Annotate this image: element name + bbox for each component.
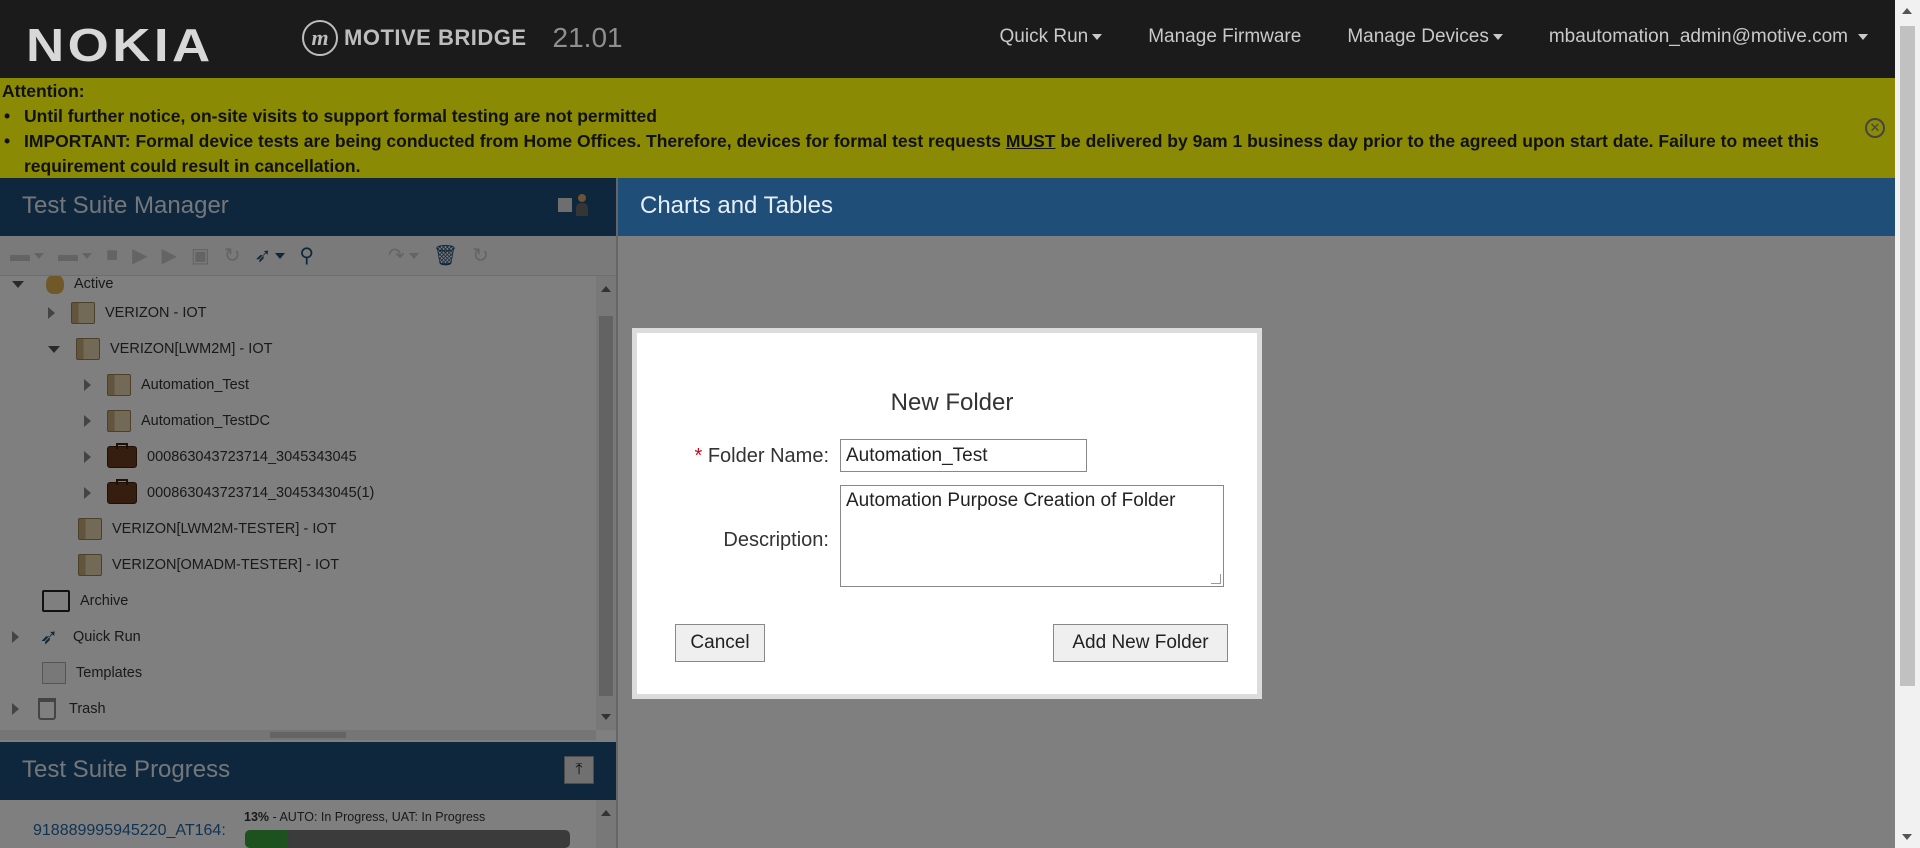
scroll-up-icon[interactable] xyxy=(1902,8,1912,14)
banner-text: IMPORTANT: Formal device tests are being… xyxy=(24,131,1006,151)
nav-manage-devices[interactable]: Manage Devices xyxy=(1347,26,1503,48)
banner-item: Until further notice, on-site visits to … xyxy=(2,104,1895,129)
required-marker: * xyxy=(694,445,703,467)
motive-bridge-logo[interactable]: m MOTIVE BRIDGE 21.01 xyxy=(302,20,623,56)
banner-list: Until further notice, on-site visits to … xyxy=(2,104,1895,179)
nokia-logo[interactable]: NOKIA xyxy=(26,18,214,72)
chevron-down-icon xyxy=(1858,33,1868,40)
product-version: 21.01 xyxy=(552,22,623,53)
scroll-down-icon[interactable] xyxy=(1902,834,1912,840)
motive-mark-icon: m xyxy=(302,20,338,56)
new-folder-dialog: New Folder * Folder Name: Description: A… xyxy=(632,328,1262,699)
cancel-button[interactable]: Cancel xyxy=(675,624,765,662)
folder-name-label-text: Folder Name: xyxy=(707,445,829,467)
main-nav: Quick Run Manage Firmware Manage Devices… xyxy=(1000,26,1868,48)
dialog-title: New Folder xyxy=(890,389,1014,416)
nav-manage-firmware[interactable]: Manage Firmware xyxy=(1148,26,1301,48)
close-circle-icon[interactable]: ✕ xyxy=(1865,118,1885,138)
description-text: Automation Purpose Creation of Folder xyxy=(846,490,1176,511)
banner-item: IMPORTANT: Formal device tests are being… xyxy=(2,129,1895,179)
chevron-down-icon xyxy=(1492,33,1503,40)
banner-emphasis: MUST xyxy=(1005,131,1056,151)
user-email: mbautomation_admin@motive.com xyxy=(1548,26,1848,47)
panel-title: Charts and Tables xyxy=(640,192,834,219)
add-new-folder-button[interactable]: Add New Folder xyxy=(1053,624,1228,662)
nav-user-menu[interactable]: mbautomation_admin@motive.com xyxy=(1549,26,1868,48)
charts-panel-header: Charts and Tables xyxy=(618,178,1895,236)
attention-banner: Attention: Until further notice, on-site… xyxy=(0,78,1895,178)
nav-quick-run-label: Quick Run xyxy=(999,26,1089,47)
chevron-down-icon xyxy=(1092,33,1103,40)
product-name: MOTIVE BRIDGE xyxy=(344,25,527,50)
resize-handle-icon[interactable] xyxy=(1211,574,1221,584)
nav-manage-firmware-label: Manage Firmware xyxy=(1148,26,1302,47)
nav-quick-run[interactable]: Quick Run xyxy=(1000,26,1103,48)
description-label: Description: xyxy=(723,529,829,551)
folder-name-label: * Folder Name: xyxy=(679,445,829,468)
banner-heading: Attention: xyxy=(2,81,85,101)
scrollbar-thumb[interactable] xyxy=(1900,26,1915,686)
nav-manage-devices-label: Manage Devices xyxy=(1347,26,1489,47)
folder-name-input[interactable] xyxy=(840,439,1087,472)
page-scrollbar[interactable] xyxy=(1895,0,1920,848)
top-navbar: NOKIA m MOTIVE BRIDGE 21.01 Quick Run Ma… xyxy=(0,0,1920,78)
description-textarea[interactable]: Automation Purpose Creation of Folder xyxy=(840,485,1224,587)
